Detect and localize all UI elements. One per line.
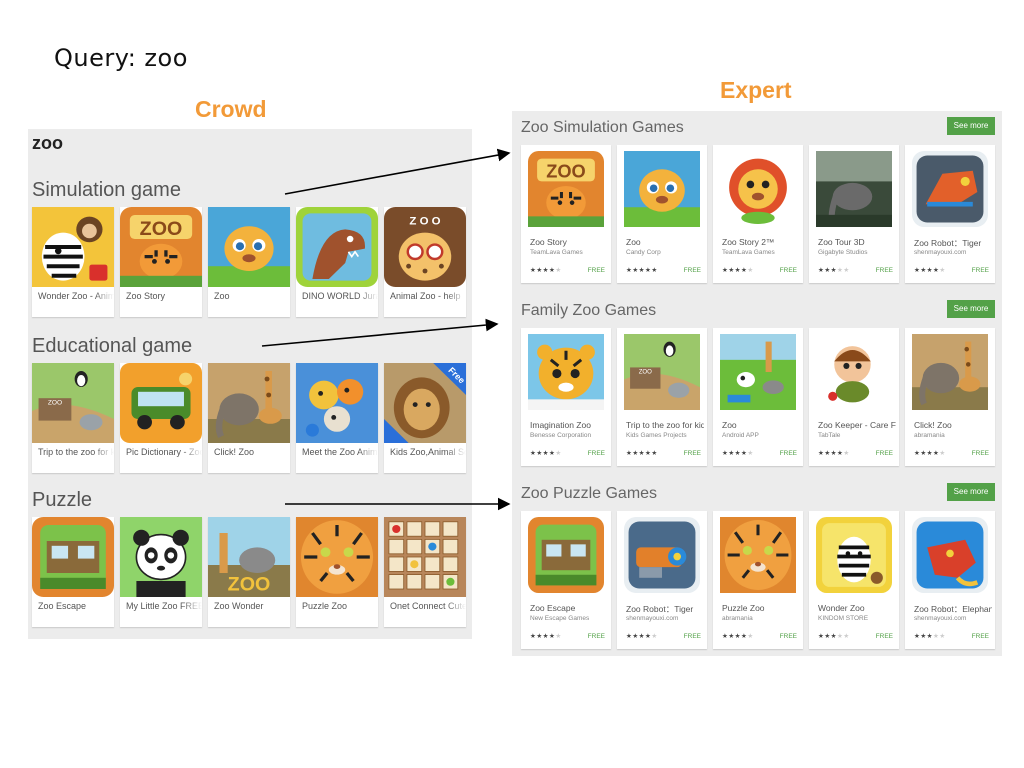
mapping-arrows: [261, 148, 511, 511]
arrow-simulation: [284, 148, 511, 195]
arrow-educational: [261, 318, 499, 347]
